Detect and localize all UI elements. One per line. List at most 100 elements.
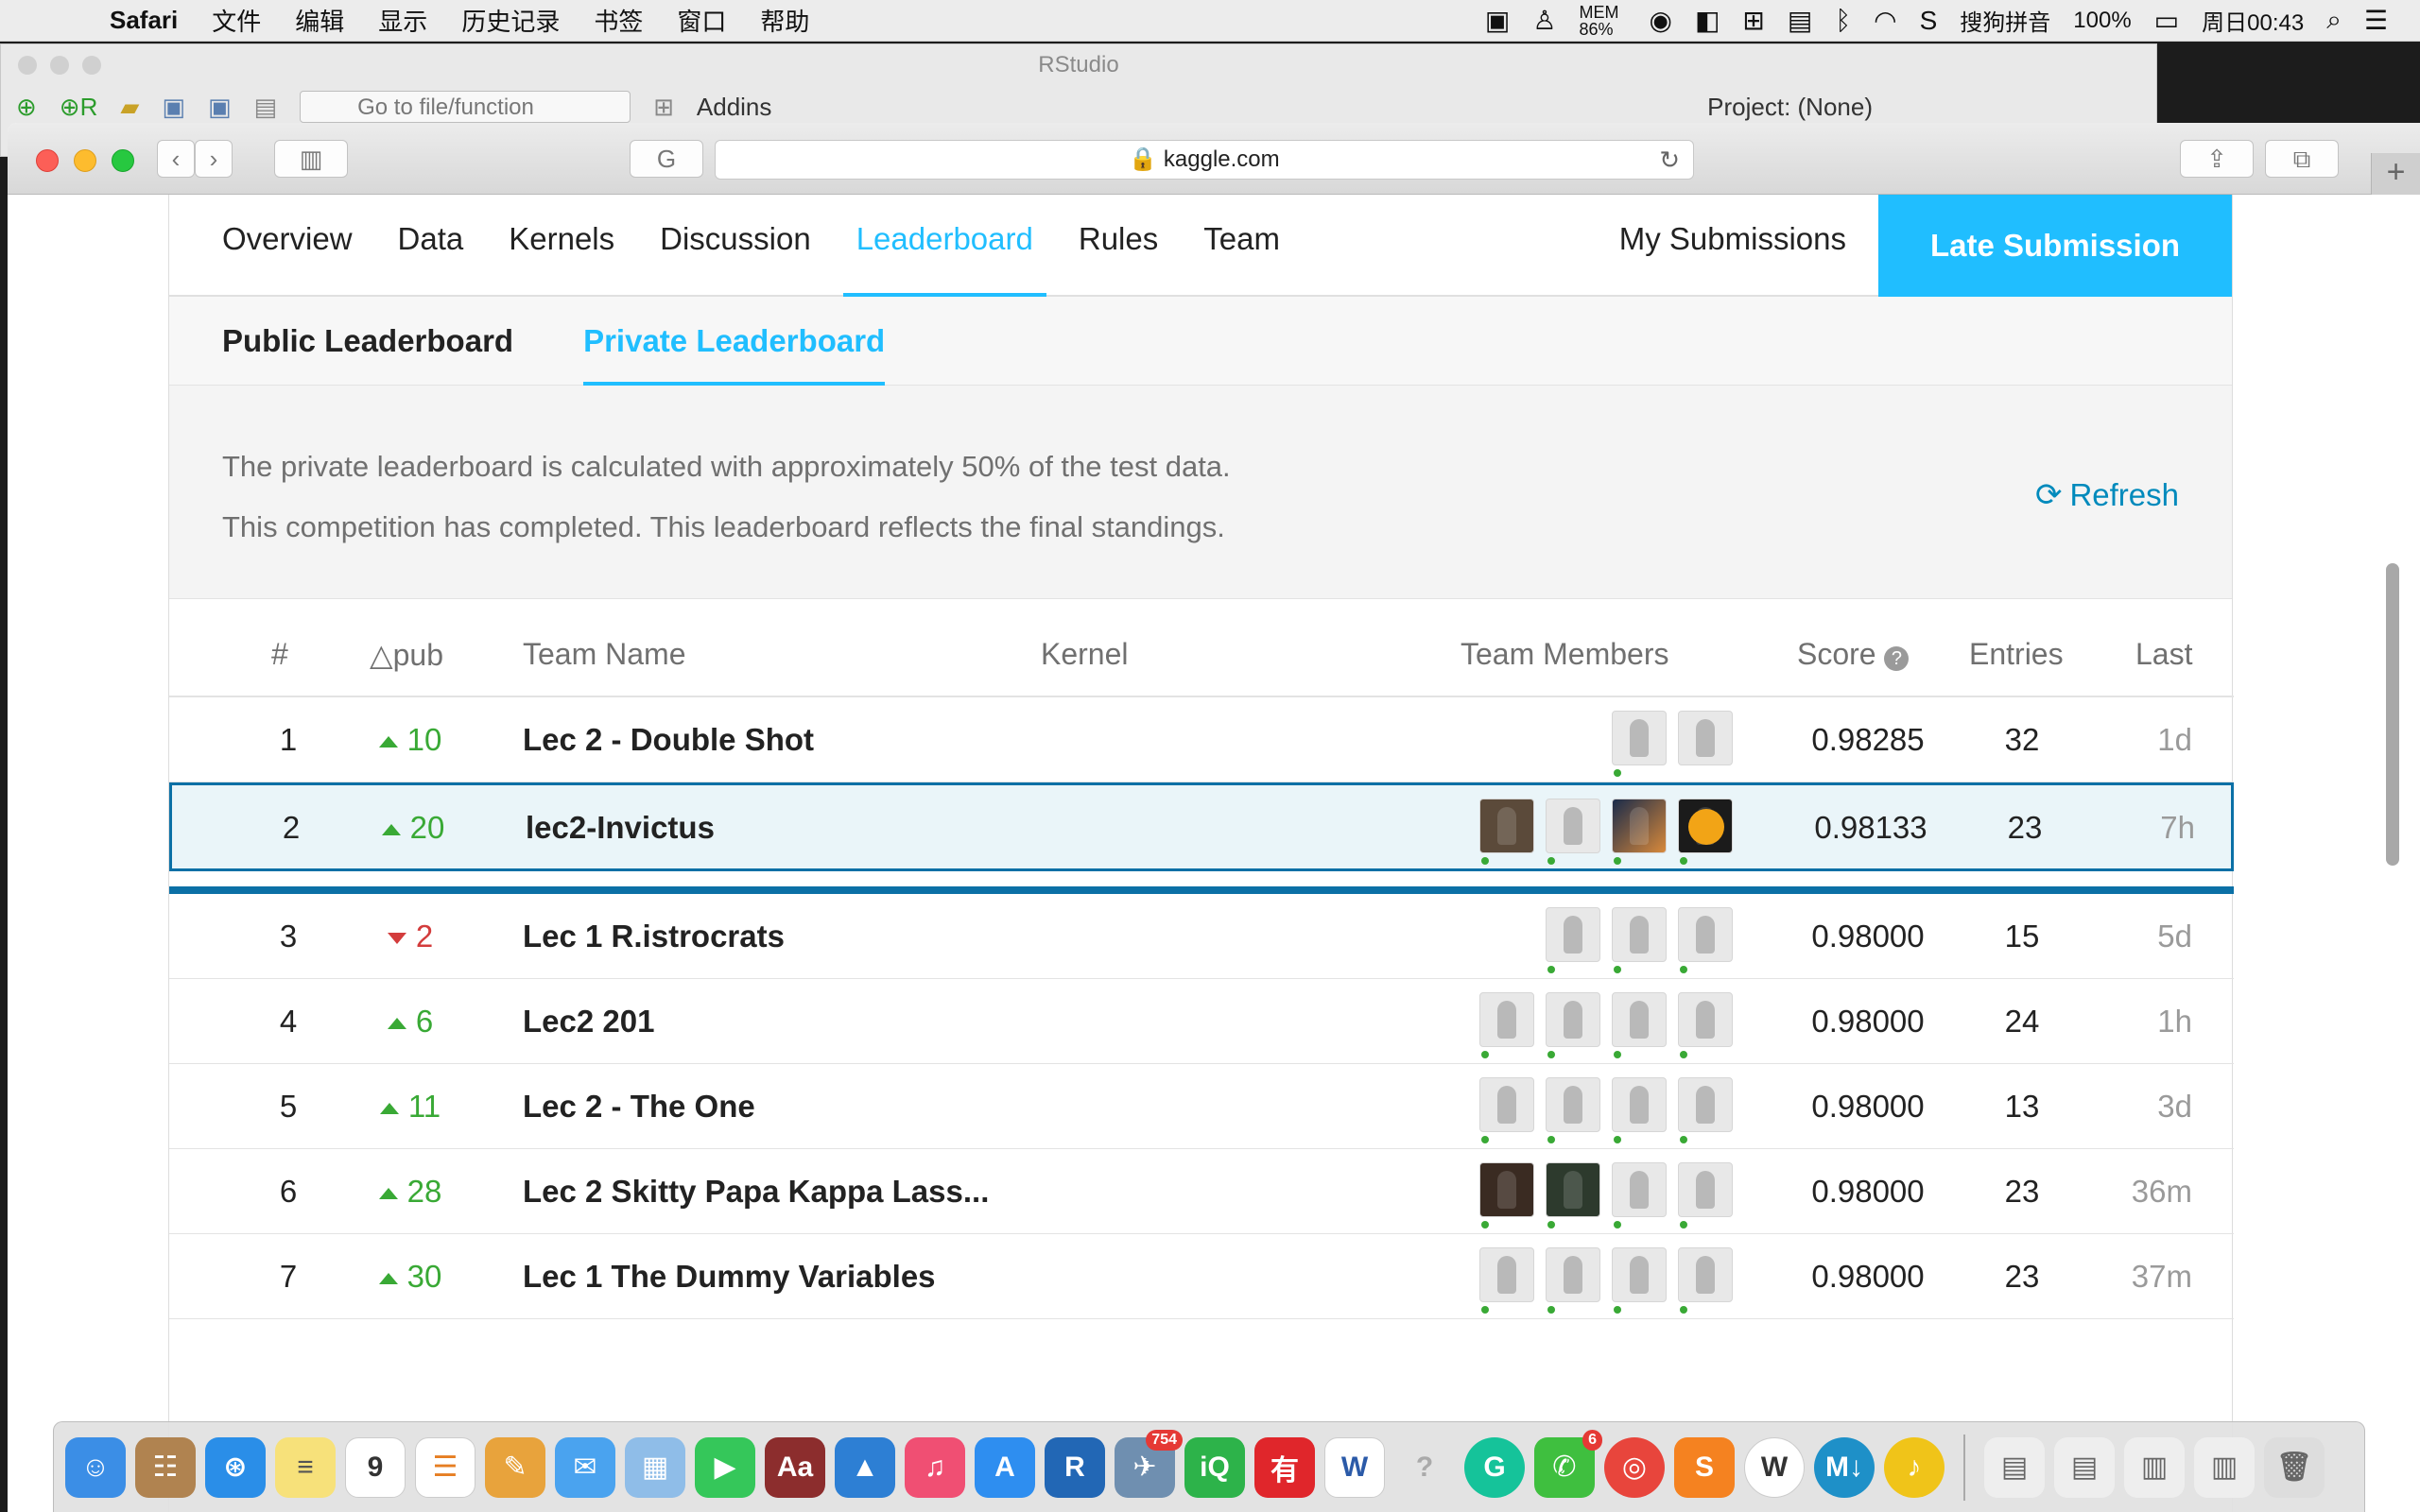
music-player-icon[interactable]: ♪: [1884, 1436, 1945, 1498]
tabs-overview-button[interactable]: ⧉: [2265, 140, 2339, 178]
spotlight-search-icon[interactable]: ⌕: [2326, 5, 2342, 36]
project-menu[interactable]: Project: (None): [1707, 93, 1873, 122]
print-icon[interactable]: ▤: [254, 93, 278, 122]
avatar[interactable]: [1546, 1077, 1600, 1132]
save-all-icon[interactable]: ▣: [208, 93, 232, 122]
dictionary-icon[interactable]: Aa: [765, 1436, 825, 1498]
menu-app-name[interactable]: Safari: [110, 6, 178, 35]
sogou-icon[interactable]: S: [1920, 6, 1938, 36]
avatar[interactable]: [1678, 992, 1733, 1047]
team-name[interactable]: Lec 2 - The One: [523, 1089, 755, 1125]
safari-icon[interactable]: ⊛: [205, 1436, 266, 1498]
clock[interactable]: 周日00:43: [2202, 4, 2304, 37]
minimize-icon[interactable]: [74, 149, 96, 172]
avatar[interactable]: [1678, 711, 1733, 765]
minimize-icon[interactable]: [50, 56, 69, 75]
menu-extra-icon[interactable]: ▤: [1788, 5, 1812, 36]
avatar[interactable]: [1678, 907, 1733, 962]
sublime-text-icon[interactable]: S: [1674, 1436, 1735, 1498]
keynote-icon[interactable]: ▲: [835, 1436, 895, 1498]
document-icon[interactable]: ▤: [2054, 1436, 2115, 1498]
avatar[interactable]: [1612, 1247, 1667, 1302]
tab-rules[interactable]: Rules: [1056, 221, 1181, 295]
header-rank[interactable]: #: [271, 637, 288, 672]
refresh-button[interactable]: ⟳ Refresh: [2035, 476, 2179, 514]
header-score[interactable]: Score ?: [1797, 637, 1910, 672]
memory-indicator[interactable]: MEM 86%: [1580, 4, 1627, 38]
back-button[interactable]: ‹: [157, 140, 195, 178]
facetime-icon[interactable]: ▶: [695, 1436, 755, 1498]
avatar[interactable]: [1678, 1247, 1733, 1302]
go-to-file-input[interactable]: Go to file/function: [300, 91, 631, 123]
table-row[interactable]: 4 6 Lec2 201 0.98000 24 1h: [169, 979, 2234, 1064]
tab-kernels[interactable]: Kernels: [486, 221, 637, 295]
tab-leaderboard[interactable]: Leaderboard: [834, 221, 1056, 297]
calendar-icon[interactable]: 9: [345, 1436, 406, 1498]
wunderlist-icon[interactable]: W: [1744, 1436, 1805, 1498]
table-row[interactable]: 6 28 Lec 2 Skitty Papa Kappa Lass... 0.9…: [169, 1149, 2234, 1234]
youdao-icon[interactable]: 有: [1254, 1436, 1315, 1498]
document-icon[interactable]: ▥: [2194, 1436, 2255, 1498]
avatar[interactable]: [1479, 799, 1534, 853]
trash-icon[interactable]: 🗑: [2264, 1436, 2325, 1498]
battery-percent[interactable]: 100%: [2073, 8, 2131, 34]
page-scrollbar[interactable]: [2386, 563, 2399, 866]
header-team-name[interactable]: Team Name: [523, 637, 686, 672]
tab-overview[interactable]: Overview: [169, 221, 375, 295]
avatar[interactable]: [1612, 992, 1667, 1047]
menu-history[interactable]: 历史记录: [461, 3, 560, 38]
unknown-app-icon[interactable]: ?: [1394, 1437, 1455, 1498]
avatar[interactable]: [1612, 1162, 1667, 1217]
document-icon[interactable]: ▤: [1984, 1436, 2045, 1498]
menu-bookmarks[interactable]: 书签: [594, 3, 643, 38]
open-folder-icon[interactable]: ▰: [120, 93, 139, 122]
menu-edit[interactable]: 编辑: [295, 3, 344, 38]
zoom-icon[interactable]: [112, 149, 134, 172]
iqiyi-icon[interactable]: iQ: [1184, 1436, 1245, 1498]
header-delta[interactable]: △pub: [370, 637, 443, 673]
team-name[interactable]: Lec 1 The Dummy Variables: [523, 1259, 936, 1295]
avatar[interactable]: [1479, 992, 1534, 1047]
avatar[interactable]: [1612, 907, 1667, 962]
avatar[interactable]: [1678, 799, 1733, 853]
avatar[interactable]: [1546, 1162, 1600, 1217]
zoom-icon[interactable]: [82, 56, 101, 75]
team-name[interactable]: Lec 2 - Double Shot: [523, 722, 814, 758]
menu-help[interactable]: 帮助: [760, 3, 809, 38]
notes-icon[interactable]: ≡: [275, 1436, 336, 1498]
avatar[interactable]: [1678, 1162, 1733, 1217]
pages-icon[interactable]: ✎: [485, 1436, 545, 1498]
new-tab-button[interactable]: +: [2371, 153, 2420, 195]
menu-window[interactable]: 窗口: [677, 3, 726, 38]
menu-extra-icon[interactable]: ◧: [1695, 5, 1720, 36]
share-button[interactable]: ⇪: [2180, 140, 2254, 178]
table-row[interactable]: 5 11 Lec 2 - The One 0.98000 13 3d: [169, 1064, 2234, 1149]
table-row-highlighted[interactable]: 2 20 lec2-Invictus 0.98133 23 7h: [169, 782, 2234, 871]
address-bar[interactable]: 🔒 kaggle.com ↻: [715, 140, 1694, 180]
reminders-icon[interactable]: ☰: [415, 1436, 475, 1498]
team-name[interactable]: Lec2 201: [523, 1004, 654, 1040]
team-name[interactable]: Lec 1 R.istrocrats: [523, 919, 785, 954]
header-kernel[interactable]: Kernel: [1041, 637, 1129, 672]
table-row[interactable]: 1 10 Lec 2 - Double Shot 0.98285 32 1d: [169, 697, 2234, 782]
word-icon[interactable]: W: [1324, 1436, 1385, 1498]
tab-public-leaderboard[interactable]: Public Leaderboard: [222, 297, 513, 386]
person-icon[interactable]: ♙: [1532, 5, 1556, 36]
avatar[interactable]: [1479, 1247, 1534, 1302]
forward-button[interactable]: ›: [195, 140, 233, 178]
header-team-members[interactable]: Team Members: [1461, 637, 1669, 672]
input-method-label[interactable]: 搜狗拼音: [1960, 4, 2050, 37]
preview-icon[interactable]: ▦: [625, 1436, 685, 1498]
document-icon[interactable]: ▥: [2124, 1436, 2185, 1498]
sidebar-button[interactable]: ▥: [274, 140, 348, 178]
grid-icon[interactable]: ⊞: [653, 93, 674, 122]
avatar[interactable]: [1546, 799, 1600, 853]
help-icon[interactable]: ?: [1884, 646, 1910, 671]
mail-icon[interactable]: ✈ 754: [1115, 1429, 1183, 1498]
header-entries[interactable]: Entries: [1969, 637, 2064, 672]
avatar[interactable]: [1546, 992, 1600, 1047]
close-icon[interactable]: [18, 56, 37, 75]
notification-center-icon[interactable]: ☰: [2364, 5, 2388, 36]
menu-file[interactable]: 文件: [212, 3, 261, 38]
avatar[interactable]: [1546, 907, 1600, 962]
